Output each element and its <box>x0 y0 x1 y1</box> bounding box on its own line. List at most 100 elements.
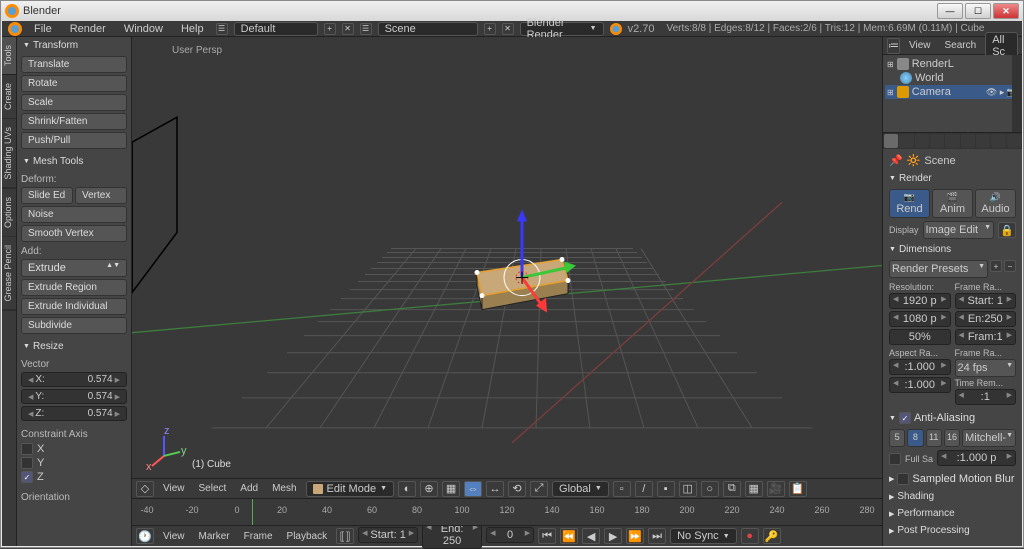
vector-x-field[interactable]: ◀X:0.574▶ <box>21 372 127 387</box>
snap-icon[interactable]: ⧉ <box>723 481 741 497</box>
shading-mode-icon[interactable]: ◐ <box>398 481 416 497</box>
view3d-select-menu[interactable]: Select <box>194 482 232 495</box>
menu-file[interactable]: File <box>28 23 58 35</box>
aspect-y-field[interactable]: ◀:1.000▶ <box>889 377 951 393</box>
tl-prev-key-icon[interactable]: ⏪ <box>560 528 578 544</box>
outliner-item-world[interactable]: World <box>885 71 1020 85</box>
fps-selector[interactable]: 24 fps▼ <box>955 359 1017 377</box>
resize-panel-header[interactable]: Resize <box>17 338 131 355</box>
blender-icon[interactable] <box>8 22 22 36</box>
layout-browse-icon[interactable]: ☰ <box>216 23 228 35</box>
frame-end-field[interactable]: ◀En:250▶ <box>955 311 1017 327</box>
aa-panel-header[interactable]: ✓Anti-Aliasing <box>885 409 1020 427</box>
scene-del-button[interactable]: ✕ <box>502 23 514 35</box>
translate-button[interactable]: Translate <box>21 56 127 73</box>
vtab-shading[interactable]: Shading UVs <box>2 119 16 189</box>
tl-playback-menu[interactable]: Playback <box>282 530 333 543</box>
preset-add-button[interactable]: + <box>990 260 1002 272</box>
window-min-button[interactable]: — <box>937 3 963 19</box>
fullsample-size-field[interactable]: ◀:1.000 p▶ <box>937 450 1016 466</box>
3d-viewport[interactable]: z y x User Persp (1) Cube ◇ <box>132 37 882 498</box>
constraint-z-checkbox[interactable]: ✓ <box>21 471 33 483</box>
ptab-layers[interactable] <box>899 134 913 148</box>
timeline-editor-icon[interactable]: 🕐 <box>136 528 154 544</box>
tl-jump-end-icon[interactable]: ⏭ <box>648 528 666 544</box>
layout-del-button[interactable]: ✕ <box>342 23 354 35</box>
res-x-field[interactable]: ◀1920 p▶ <box>889 293 951 309</box>
mode-selector[interactable]: Edit Mode▼ <box>306 481 394 497</box>
fullsample-checkbox[interactable] <box>889 453 901 465</box>
performance-panel-header[interactable]: Performance <box>885 505 1020 522</box>
ptab-world[interactable] <box>930 134 944 148</box>
ptab-constraints[interactable] <box>961 134 975 148</box>
timeline-cursor[interactable] <box>252 499 253 525</box>
aa-checkbox[interactable]: ✓ <box>899 412 911 424</box>
tl-current-field[interactable]: ◀0▶ <box>486 527 534 543</box>
time-old-field[interactable]: ◀:1▶ <box>955 389 1017 405</box>
render-preview-icon[interactable]: 🎥 <box>767 481 785 497</box>
shrink-fatten-button[interactable]: Shrink/Fatten <box>21 113 127 130</box>
scale-button[interactable]: Scale <box>21 94 127 111</box>
outliner-editor-icon[interactable]: ≔ <box>887 38 900 54</box>
noise-button[interactable]: Noise <box>21 206 127 223</box>
manipulator-rotate[interactable]: ⟲ <box>508 481 526 497</box>
tl-autokey-icon[interactable]: ● <box>741 528 759 544</box>
aa-5-button[interactable]: 5 <box>889 429 905 447</box>
aa-11-button[interactable]: 11 <box>926 429 942 447</box>
menu-window[interactable]: Window <box>118 23 169 35</box>
smooth-vertex-button[interactable]: Smooth Vertex <box>21 225 127 242</box>
layout-selector[interactable]: Default <box>234 22 318 36</box>
tl-next-key-icon[interactable]: ⏩ <box>626 528 644 544</box>
tl-start-field[interactable]: ◀Start: 1▶ <box>358 527 418 543</box>
subdivide-button[interactable]: Subdivide <box>21 317 127 334</box>
aa-16-button[interactable]: 16 <box>944 429 960 447</box>
view3d-view-menu[interactable]: View <box>158 482 190 495</box>
vtab-create[interactable]: Create <box>2 75 16 119</box>
pin-icon[interactable]: 📌 <box>889 154 903 167</box>
ptab-modifiers[interactable] <box>976 134 990 148</box>
render-presets-selector[interactable]: Render Presets▼ <box>889 260 988 278</box>
vertex-select-mode[interactable]: ▫ <box>613 481 631 497</box>
tl-keyset-icon[interactable]: 🔑 <box>763 528 781 544</box>
ptab-material[interactable] <box>1007 134 1021 148</box>
scene-add-button[interactable]: + <box>484 23 496 35</box>
timeline-ruler[interactable]: -40-200204060801001201401601802002202402… <box>132 499 882 526</box>
extrude-button[interactable]: Extrude▲▼ <box>21 259 127 277</box>
limit-selection-icon[interactable]: ◫ <box>679 481 697 497</box>
aa-filter-selector[interactable]: Mitchell-▼ <box>962 429 1016 447</box>
motion-blur-panel-header[interactable]: Sampled Motion Blur <box>885 470 1020 488</box>
manipulator-scale[interactable]: ⤢ <box>530 481 548 497</box>
menu-render[interactable]: Render <box>64 23 112 35</box>
slide-edge-button[interactable]: Slide Ed <box>21 187 73 204</box>
dimensions-panel-header[interactable]: Dimensions <box>885 241 1020 258</box>
post-processing-panel-header[interactable]: Post Processing <box>885 522 1020 539</box>
ptab-data[interactable] <box>991 134 1005 148</box>
aspect-x-field[interactable]: ◀:1.000▶ <box>889 359 951 375</box>
aa-8-button[interactable]: 8 <box>907 429 923 447</box>
tl-view-menu[interactable]: View <box>158 530 190 543</box>
snap-type-icon[interactable]: ▦ <box>745 481 763 497</box>
tl-frame-menu[interactable]: Frame <box>239 530 278 543</box>
audio-button[interactable]: 🔊Audio <box>975 189 1016 218</box>
layout-add-button[interactable]: + <box>324 23 336 35</box>
manipulator-translate[interactable]: ↔ <box>486 481 504 497</box>
engine-selector[interactable]: Blender Render▼ <box>520 22 604 36</box>
orientation-selector[interactable]: Global▼ <box>552 481 609 497</box>
res-y-field[interactable]: ◀1080 p▶ <box>889 311 951 327</box>
scene-browse-icon[interactable]: ☰ <box>360 23 372 35</box>
editor-type-icon[interactable]: ◇ <box>136 481 154 497</box>
scene-selector[interactable]: Scene <box>378 22 478 36</box>
window-max-button[interactable]: ☐ <box>965 3 991 19</box>
ptab-object[interactable] <box>945 134 959 148</box>
face-select-mode[interactable]: ▪ <box>657 481 675 497</box>
anim-button[interactable]: 🎬Anim <box>932 189 973 218</box>
tl-play-rev-icon[interactable]: ◀ <box>582 528 600 544</box>
edge-select-mode[interactable]: / <box>635 481 653 497</box>
ptab-scene[interactable] <box>915 134 929 148</box>
res-pct-field[interactable]: 50% <box>889 329 951 345</box>
outliner-item-camera[interactable]: ⊞Camera👁 ▸ 📷 <box>885 85 1020 99</box>
display-selector[interactable]: Image Edit▼ <box>923 221 994 239</box>
ptab-render[interactable] <box>884 134 898 148</box>
outliner-view-menu[interactable]: View <box>904 39 936 52</box>
shading-panel-header[interactable]: Shading <box>885 488 1020 505</box>
